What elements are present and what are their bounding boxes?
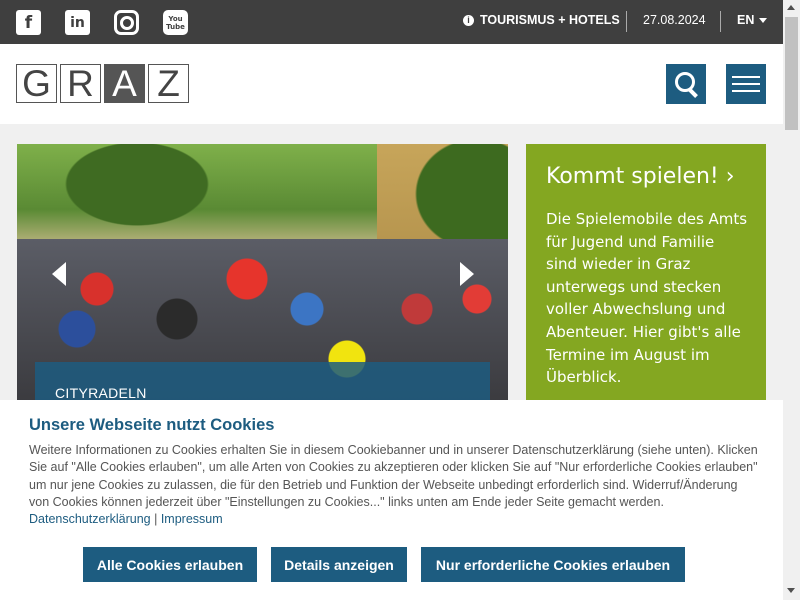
site-header: G R A Z: [0, 44, 783, 124]
language-selector[interactable]: EN: [737, 13, 768, 27]
linkedin-glyph: in: [70, 14, 85, 31]
logo-letter: Z: [148, 64, 189, 103]
hero-caption-label: CITYRADELN: [55, 385, 147, 401]
current-date: 27.08.2024: [643, 13, 706, 27]
cookie-title: Unsere Webseite nutzt Cookies: [29, 416, 275, 434]
hamburger-icon: [732, 90, 760, 92]
scrollbar-thumb[interactable]: [785, 17, 798, 130]
divider: [626, 11, 627, 32]
slider-prev-icon[interactable]: [52, 262, 66, 286]
hero-slider[interactable]: CITYRADELN: [17, 144, 508, 406]
required-cookies-only-button[interactable]: Nur erforderliche Cookies erlauben: [421, 547, 685, 582]
hamburger-icon: [732, 83, 760, 85]
facebook-glyph: f: [24, 12, 33, 33]
youtube-glyph-top: You: [168, 14, 183, 23]
cookie-text: Weitere Informationen zu Cookies erhalte…: [29, 442, 759, 528]
allow-all-cookies-button[interactable]: Alle Cookies erlauben: [83, 547, 257, 582]
imprint-link[interactable]: Impressum: [161, 512, 223, 526]
instagram-icon[interactable]: [114, 10, 139, 35]
logo-letter: R: [60, 64, 101, 103]
divider: [720, 11, 721, 32]
tourism-link[interactable]: i TOURISMUS + HOTELS: [463, 13, 620, 27]
hamburger-icon: [732, 76, 760, 78]
tourism-link-label: TOURISMUS + HOTELS: [480, 13, 620, 27]
logo-letter: G: [16, 64, 57, 103]
graz-logo[interactable]: G R A Z: [16, 64, 192, 103]
youtube-icon[interactable]: You Tube: [163, 10, 188, 35]
promo-text: Die Spielemobile des Amts für Jugend und…: [546, 210, 748, 387]
promo-teaser[interactable]: Kommt spielen! › Die Spielemobile des Am…: [526, 144, 766, 402]
search-icon-handle: [688, 88, 698, 98]
scroll-up-icon[interactable]: [787, 5, 795, 10]
cookie-banner: Unsere Webseite nutzt Cookies Weitere In…: [0, 400, 783, 600]
promo-title[interactable]: Kommt spielen! ›: [546, 164, 735, 189]
privacy-link[interactable]: Datenschutzerklärung: [29, 512, 151, 526]
language-label: EN: [737, 13, 755, 27]
logo-letter: A: [104, 64, 145, 103]
youtube-glyph-bottom: Tube: [166, 22, 185, 31]
link-separator: |: [154, 512, 158, 527]
hero-image-trees: [17, 144, 217, 254]
top-bar: f in You Tube i TOURISMUS + HOTELS 27.08…: [0, 0, 783, 44]
cookie-description: Weitere Informationen zu Cookies erhalte…: [29, 443, 758, 509]
slider-next-icon[interactable]: [460, 262, 474, 286]
facebook-icon[interactable]: f: [16, 10, 41, 35]
scrollbar[interactable]: [783, 0, 800, 600]
menu-button[interactable]: [726, 64, 766, 104]
linkedin-icon[interactable]: in: [65, 10, 90, 35]
chevron-down-icon: [759, 18, 768, 24]
show-details-button[interactable]: Details anzeigen: [271, 547, 407, 582]
info-icon: i: [463, 14, 474, 26]
search-button[interactable]: [666, 64, 706, 104]
scroll-down-icon[interactable]: [787, 588, 795, 593]
